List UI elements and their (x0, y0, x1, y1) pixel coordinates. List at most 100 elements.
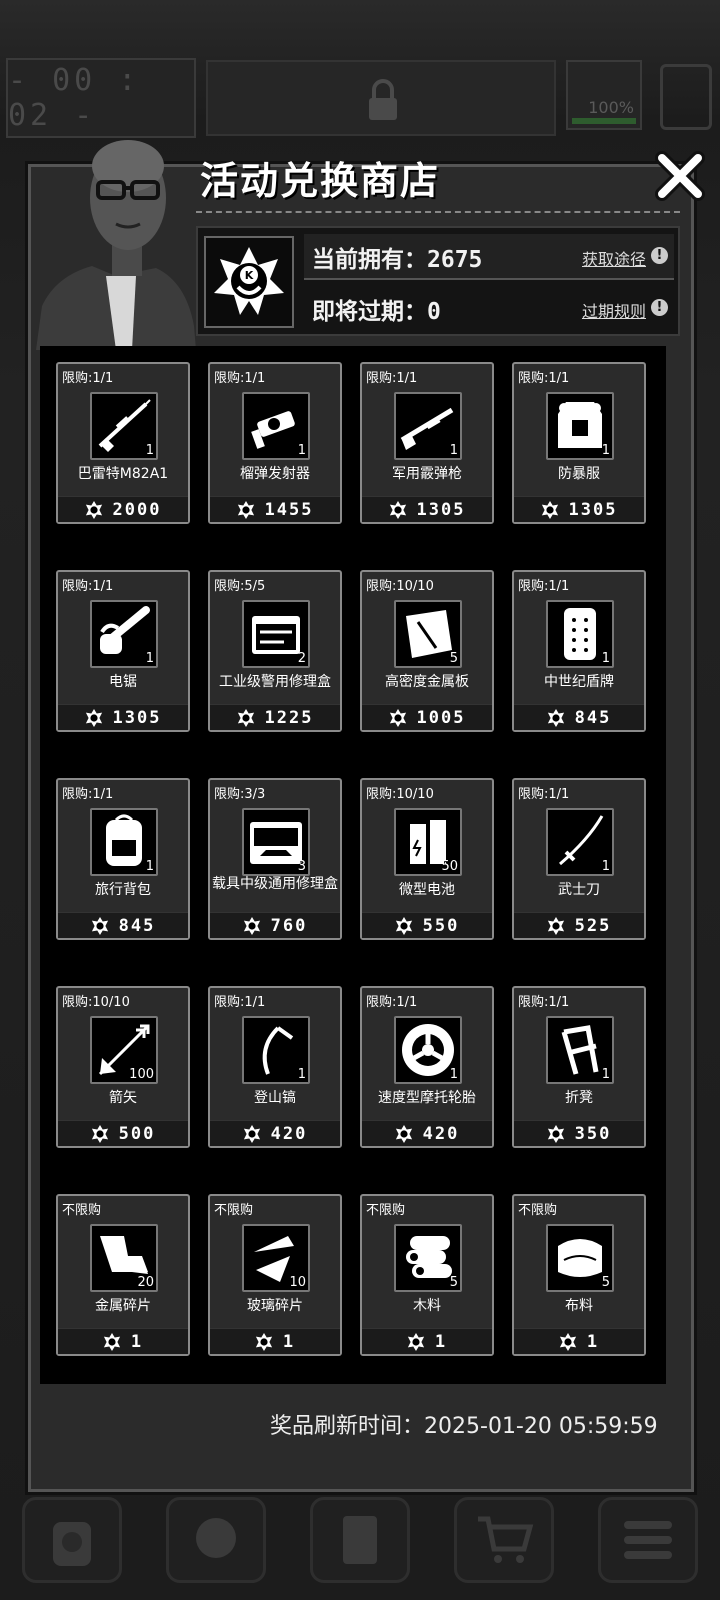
item-name: 登山镐 (254, 1090, 296, 1106)
item-icon-frame: 1 (90, 392, 158, 460)
purchase-limit: 限购:5/5 (214, 579, 266, 594)
item-icon-frame: 1 (90, 600, 158, 668)
item-name: 武士刀 (558, 882, 600, 898)
item-name: 中世纪盾牌 (544, 674, 614, 690)
item-quantity: 1 (601, 859, 610, 874)
shop-item-card[interactable]: 限购:3/3 3 载具中级通用修理盒 760 (208, 778, 342, 940)
shop-item-card[interactable]: 限购:1/1 1 防暴服 1305 (512, 362, 646, 524)
item-price: 1305 (568, 499, 618, 520)
shop-item-card[interactable]: 限购:10/10 50 微型电池 550 (360, 778, 494, 940)
token-coin-icon (407, 1332, 424, 1351)
shop-item-card[interactable]: 限购:1/1 1 电锯 1305 (56, 570, 190, 732)
shop-item-card[interactable]: 不限购 5 布料 1 (512, 1194, 646, 1356)
price-bar: 500 (58, 1120, 188, 1146)
item-quantity: 10 (289, 1275, 306, 1290)
cart-icon (478, 1516, 534, 1563)
info-icon[interactable]: ! (651, 299, 668, 316)
price-bar: 1 (58, 1328, 188, 1354)
item-price: 1005 (416, 707, 466, 728)
item-name: 工业级警用修理盒 (219, 674, 331, 690)
purchase-limit: 限购:1/1 (214, 371, 266, 386)
purchase-limit: 限购:3/3 (214, 787, 266, 802)
shop-item-card[interactable]: 限购:1/1 1 速度型摩托轮胎 420 (360, 986, 494, 1148)
shop-item-card[interactable]: 限购:1/1 1 榴弹发射器 1455 (208, 362, 342, 524)
shop-item-card[interactable]: 限购:1/1 1 旅行背包 845 (56, 778, 190, 940)
expire-rules-link[interactable]: 过期规则 (582, 298, 646, 322)
item-price: 1 (130, 1331, 144, 1352)
item-quantity: 1 (601, 1067, 610, 1082)
price-bar: 845 (58, 912, 188, 938)
item-quantity: 3 (297, 859, 306, 874)
shop-item-card[interactable]: 限购:1/1 1 折凳 350 (512, 986, 646, 1148)
item-icon-frame: 1 (546, 600, 614, 668)
refresh-value: 2025-01-20 05:59:59 (424, 1414, 658, 1439)
item-quantity: 5 (449, 651, 458, 666)
shop-item-card[interactable]: 限购:5/5 2 工业级警用修理盒 1225 (208, 570, 342, 732)
event-token-icon: K (204, 236, 294, 328)
item-name: 玻璃碎片 (247, 1298, 303, 1314)
hud-menu-button[interactable] (660, 64, 712, 130)
close-icon[interactable] (654, 150, 706, 202)
item-icon-frame: 1 (546, 1016, 614, 1084)
obtain-methods-link[interactable]: 获取途径 (582, 246, 646, 270)
token-coin-icon (255, 1332, 272, 1351)
token-coin-icon (103, 1332, 120, 1351)
shop-item-card[interactable]: 限购:1/1 1 登山镐 420 (208, 986, 342, 1148)
price-bar: 1225 (210, 704, 340, 730)
purchase-limit: 不限购 (214, 1203, 254, 1218)
price-bar: 845 (514, 704, 644, 730)
shop-item-card[interactable]: 限购:1/1 1 巴雷特M82A1 2000 (56, 362, 190, 524)
shop-item-card[interactable]: 限购:1/1 1 军用霰弹枪 1305 (360, 362, 494, 524)
nav-shop-button[interactable] (454, 1497, 554, 1583)
item-icon-frame: 5 (394, 1224, 462, 1292)
token-coin-icon (243, 1124, 260, 1143)
price-bar: 420 (362, 1120, 492, 1146)
purchase-limit: 限购:10/10 (366, 787, 434, 802)
item-name: 箭矢 (109, 1090, 137, 1106)
info-icon[interactable]: ! (651, 247, 668, 264)
item-grid: 限购:1/1 1 巴雷特M82A1 2000 限购:1/1 1 榴弹发射器 1455 限购:1/… (56, 362, 656, 1356)
shop-item-card[interactable]: 不限购 20 金属碎片 1 (56, 1194, 190, 1356)
nav-notes-button[interactable] (310, 1497, 410, 1583)
item-price: 1305 (416, 499, 466, 520)
item-quantity: 1 (449, 443, 458, 458)
token-coin-icon (237, 708, 254, 727)
nav-menu-button[interactable] (598, 1497, 698, 1583)
lock-icon (369, 79, 397, 120)
item-price: 350 (574, 1123, 612, 1144)
item-price: 525 (574, 915, 612, 936)
item-icon-frame: 2 (242, 600, 310, 668)
shop-item-card[interactable]: 限购:1/1 1 武士刀 525 (512, 778, 646, 940)
token-coin-icon (547, 1124, 564, 1143)
item-name: 旅行背包 (95, 882, 151, 898)
merchant-portrait (36, 140, 196, 350)
shop-item-card[interactable]: 不限购 10 玻璃碎片 1 (208, 1194, 342, 1356)
price-bar: 1 (362, 1328, 492, 1354)
price-bar: 1305 (514, 496, 644, 522)
expire-row: 即将过期：0 过期规则 ! (304, 286, 674, 332)
price-bar: 420 (210, 1120, 340, 1146)
token-coin-icon (559, 1332, 576, 1351)
nav-backpack-button[interactable] (22, 1497, 122, 1583)
item-name: 载具中级通用修理盒 (212, 876, 338, 892)
token-coin-icon (243, 916, 260, 935)
shop-item-card[interactable]: 不限购 5 木料 1 (360, 1194, 494, 1356)
shop-item-card[interactable]: 限购:10/10 100 箭矢 500 (56, 986, 190, 1148)
list-icon (624, 1521, 672, 1559)
shop-item-card[interactable]: 限购:10/10 5 高密度金属板 1005 (360, 570, 494, 732)
item-icon-frame: 1 (546, 392, 614, 460)
item-quantity: 5 (449, 1275, 458, 1290)
item-icon-frame: 20 (90, 1224, 158, 1292)
brain-icon (196, 1518, 236, 1558)
item-quantity: 1 (601, 651, 610, 666)
item-quantity: 5 (601, 1275, 610, 1290)
item-quantity: 50 (441, 859, 458, 874)
nav-skills-button[interactable] (166, 1497, 266, 1583)
shop-item-card[interactable]: 限购:1/1 1 中世纪盾牌 845 (512, 570, 646, 732)
bottom-nav (0, 1480, 720, 1600)
item-name: 木料 (413, 1298, 441, 1314)
token-coin-icon (389, 500, 406, 519)
item-name: 折凳 (565, 1090, 593, 1106)
item-name: 电锯 (109, 674, 137, 690)
item-icon-frame: 1 (546, 808, 614, 876)
